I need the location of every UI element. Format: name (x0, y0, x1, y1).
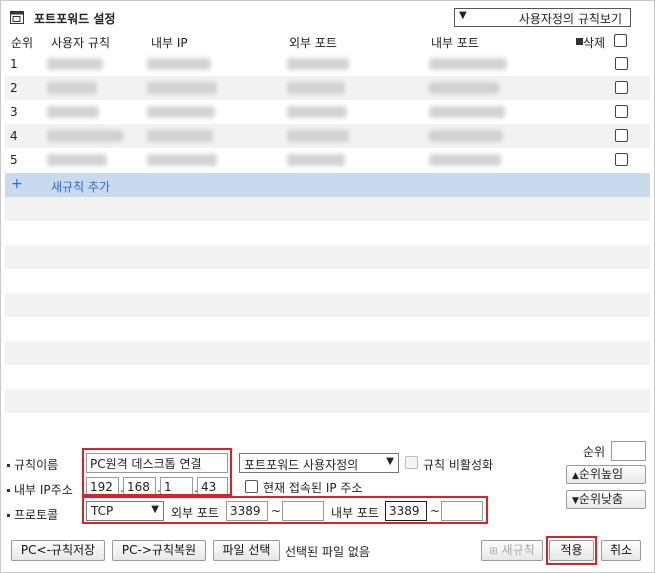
empty-row (5, 317, 650, 341)
external-port-redacted (287, 58, 349, 70)
page-title: 포트포워드 설정 (34, 12, 116, 26)
internal-port-redacted (429, 130, 503, 142)
header-rule: 사용자 규칙 (51, 36, 111, 50)
row-order: 5 (10, 153, 18, 167)
empty-row (5, 365, 650, 389)
external-port-redacted (287, 106, 347, 118)
chevron-down-icon: ▼ (459, 10, 467, 21)
external-port-redacted (287, 130, 349, 142)
order-label: 순위 (583, 445, 606, 459)
header-internal-port: 내부 포트 (431, 36, 479, 50)
save-to-pc-button[interactable]: PC<-규칙저장 (11, 540, 105, 561)
plus-icon: + (11, 176, 23, 192)
empty-row (5, 197, 650, 221)
no-file-label: 선택된 파일 없음 (285, 545, 370, 559)
internal-ip-redacted (147, 130, 213, 142)
empty-row (5, 245, 650, 269)
cancel-button[interactable]: 취소 (601, 540, 641, 561)
restore-from-pc-button[interactable]: PC->규칙복원 (112, 540, 206, 561)
row-delete-checkbox[interactable] (615, 105, 628, 118)
rule-type-select[interactable]: 포트포워드 사용자정의 ▼ (239, 453, 399, 473)
rule-view-select-value: 사용자정의 규칙보기 (518, 12, 622, 26)
header-delete: 삭제 (583, 36, 606, 50)
row-delete-checkbox[interactable] (615, 153, 628, 166)
highlight-box (82, 448, 232, 496)
select-all-checkbox[interactable] (614, 34, 627, 47)
table-header: 순위 사용자 규칙 내부 IP 외부 포트 내부 포트 삭제 (5, 31, 650, 52)
rule-name-redacted (47, 130, 123, 142)
internal-port-redacted (429, 106, 505, 118)
row-order: 3 (10, 105, 18, 119)
rule-name-redacted (47, 58, 103, 70)
disable-rule-label: 규칙 비활성화 (423, 458, 494, 472)
chevron-down-icon: ▼ (386, 456, 394, 467)
rule-table: 1 2 3 4 5 (5, 52, 650, 172)
delete-all-icon (576, 38, 583, 45)
triangle-up-icon: ▲ (572, 471, 579, 481)
internal-port-redacted (429, 58, 507, 70)
plus-icon: ⊞ (489, 546, 498, 557)
current-ip-label: 현재 접속된 IP 주소 (263, 481, 363, 495)
window-icon (10, 11, 24, 24)
rule-name-redacted (47, 154, 107, 166)
empty-row (5, 293, 650, 317)
empty-row (5, 341, 650, 365)
internal-port-redacted (429, 154, 501, 166)
raise-order-button[interactable]: ▲순위높임 (566, 465, 646, 484)
rule-type-value: 포트포워드 사용자정의 (244, 458, 359, 472)
empty-row (5, 221, 650, 245)
lower-order-button[interactable]: ▼순위낮춤 (566, 490, 646, 509)
internal-port-redacted (429, 82, 499, 94)
row-order: 2 (10, 81, 18, 95)
table-row[interactable]: 5 (5, 148, 650, 172)
protocol-label: 프로토콜 (7, 506, 58, 523)
highlight-box (82, 496, 488, 524)
new-rule-button[interactable]: ⊞ 새규칙 (481, 540, 543, 561)
table-row[interactable]: 3 (5, 100, 650, 124)
empty-row (5, 413, 650, 437)
table-row[interactable]: 2 (5, 76, 650, 100)
rule-view-select[interactable]: ▼ 사용자정의 규칙보기 (454, 8, 631, 27)
portforward-panel: 포트포워드 설정 ▼ 사용자정의 규칙보기 순위 사용자 규칙 내부 IP 외부… (0, 0, 655, 573)
empty-row (5, 269, 650, 293)
triangle-down-icon: ▼ (572, 496, 579, 506)
order-input[interactable] (611, 441, 646, 461)
add-rule-label: 새규칙 추가 (51, 180, 111, 194)
disable-rule-checkbox[interactable] (405, 456, 418, 469)
file-select-button[interactable]: 파일 선택 (213, 540, 280, 561)
external-port-redacted (287, 154, 345, 166)
row-delete-checkbox[interactable] (615, 129, 628, 142)
internal-ip-redacted (147, 106, 215, 118)
table-row[interactable]: 4 (5, 124, 650, 148)
header-order: 순위 (11, 36, 34, 50)
rule-name-redacted (47, 82, 97, 94)
internal-ip-label: 내부 IP주소 (7, 481, 73, 498)
header-internal-ip: 내부 IP (151, 36, 188, 50)
title-bar: 포트포워드 설정 ▼ 사용자정의 규칙보기 (2, 2, 653, 32)
row-delete-checkbox[interactable] (615, 57, 628, 70)
internal-ip-redacted (147, 154, 217, 166)
current-ip-checkbox[interactable] (245, 480, 258, 493)
empty-row (5, 389, 650, 413)
external-port-redacted (287, 82, 345, 94)
header-external-port: 외부 포트 (289, 36, 337, 50)
internal-ip-redacted (147, 82, 217, 94)
highlight-box (546, 536, 597, 565)
rule-name-label: 규칙이름 (7, 456, 58, 473)
table-row[interactable]: 1 (5, 52, 650, 76)
internal-ip-redacted (147, 58, 211, 70)
add-rule-row[interactable]: + 새규칙 추가 (5, 173, 650, 197)
row-order: 1 (10, 57, 18, 71)
row-order: 4 (10, 129, 18, 143)
rule-name-redacted (47, 106, 99, 118)
row-delete-checkbox[interactable] (615, 81, 628, 94)
